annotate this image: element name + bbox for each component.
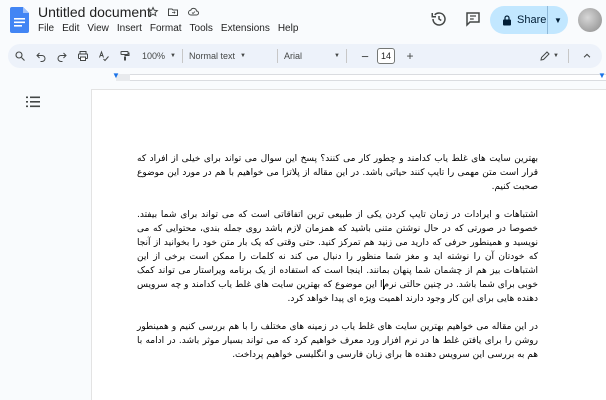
right-indent-marker-icon[interactable]: ▼ <box>598 72 606 80</box>
menu-file[interactable]: File <box>38 23 54 34</box>
paragraph-1[interactable]: بهترین سایت های غلط یاب کدامند و چطور کا… <box>137 152 538 194</box>
zoom-value: 100% <box>142 51 166 61</box>
menu-view[interactable]: View <box>87 23 109 34</box>
editing-mode-icon[interactable]: ▼ <box>536 47 562 65</box>
share-button[interactable]: Share <box>490 6 548 34</box>
paragraph-2[interactable]: اشتباهات و ایرادات در زمان تایپ کردن یکی… <box>137 208 538 306</box>
comments-icon[interactable] <box>464 10 482 28</box>
collapse-menus-icon[interactable] <box>578 47 596 65</box>
star-icon[interactable] <box>146 5 160 19</box>
share-label: Share <box>517 14 547 26</box>
document-body[interactable]: بهترین سایت های غلط یاب کدامند و چطور کا… <box>137 152 538 376</box>
print-icon[interactable] <box>74 47 92 65</box>
menu-bar: File Edit View Insert Format Tools Exten… <box>38 23 298 34</box>
avatar[interactable] <box>578 8 602 32</box>
cloud-saved-icon[interactable] <box>186 5 200 19</box>
spellcheck-icon[interactable] <box>95 47 113 65</box>
font-value: Arial <box>283 51 302 61</box>
menu-tools[interactable]: Tools <box>190 23 213 34</box>
toolbar-divider <box>276 49 278 63</box>
menu-edit[interactable]: Edit <box>62 23 79 34</box>
toolbar-divider <box>181 49 183 63</box>
horizontal-ruler[interactable]: ▼ ▼ <box>0 72 606 82</box>
font-select[interactable]: Arial ▼ <box>284 51 340 61</box>
paragraph-2-continuation: ا این موضوع که بهترین سایت های غلط یاب <box>218 280 383 290</box>
toolbar-divider <box>345 49 347 63</box>
title-actions <box>146 5 200 19</box>
paragraph-3[interactable]: در این مقاله می خواهیم بهترین سایت های غ… <box>137 320 538 362</box>
font-size-input[interactable]: 14 <box>376 48 395 64</box>
style-dropdown-icon: ▼ <box>240 53 246 59</box>
document-title[interactable]: Untitled document <box>38 4 151 20</box>
search-icon[interactable] <box>11 47 29 65</box>
paint-format-icon[interactable] <box>116 47 134 65</box>
left-indent-marker-icon[interactable]: ▼ <box>112 72 120 80</box>
redo-icon[interactable] <box>53 47 71 65</box>
style-select[interactable]: Normal text ▼ <box>189 51 271 61</box>
zoom-dropdown-icon: ▼ <box>170 53 176 59</box>
folder-move-icon[interactable] <box>166 5 180 19</box>
share-dropdown-icon[interactable]: ▼ <box>548 6 568 34</box>
formatting-toolbar: 100% ▼ Normal text ▼ Arial ▼ − 14 + ▼ <box>8 44 602 68</box>
menu-extensions[interactable]: Extensions <box>221 23 270 34</box>
menu-help[interactable]: Help <box>278 23 299 34</box>
docs-logo-icon[interactable] <box>10 7 29 33</box>
decrease-font-size-icon[interactable]: − <box>356 47 374 65</box>
document-page[interactable]: بهترین سایت های غلط یاب کدامند و چطور کا… <box>92 90 606 400</box>
increase-font-size-icon[interactable]: + <box>401 47 419 65</box>
menu-insert[interactable]: Insert <box>117 23 142 34</box>
toolbar-divider <box>568 49 569 63</box>
zoom-select[interactable]: 100% ▼ <box>142 51 176 61</box>
lock-icon <box>503 14 511 25</box>
style-value: Normal text <box>188 51 235 61</box>
document-outline-icon[interactable] <box>26 96 40 108</box>
paragraph-2-text: اشتباهات و ایرادات در زمان تایپ کردن یکی… <box>137 210 538 290</box>
share-button-group: Share ▼ <box>490 6 568 34</box>
font-dropdown-icon: ▼ <box>334 53 340 59</box>
undo-icon[interactable] <box>32 47 50 65</box>
version-history-icon[interactable] <box>430 10 448 28</box>
ruler-track <box>116 74 606 81</box>
menu-format[interactable]: Format <box>150 23 182 34</box>
title-bar: Untitled document File Edit View Insert … <box>0 0 606 40</box>
